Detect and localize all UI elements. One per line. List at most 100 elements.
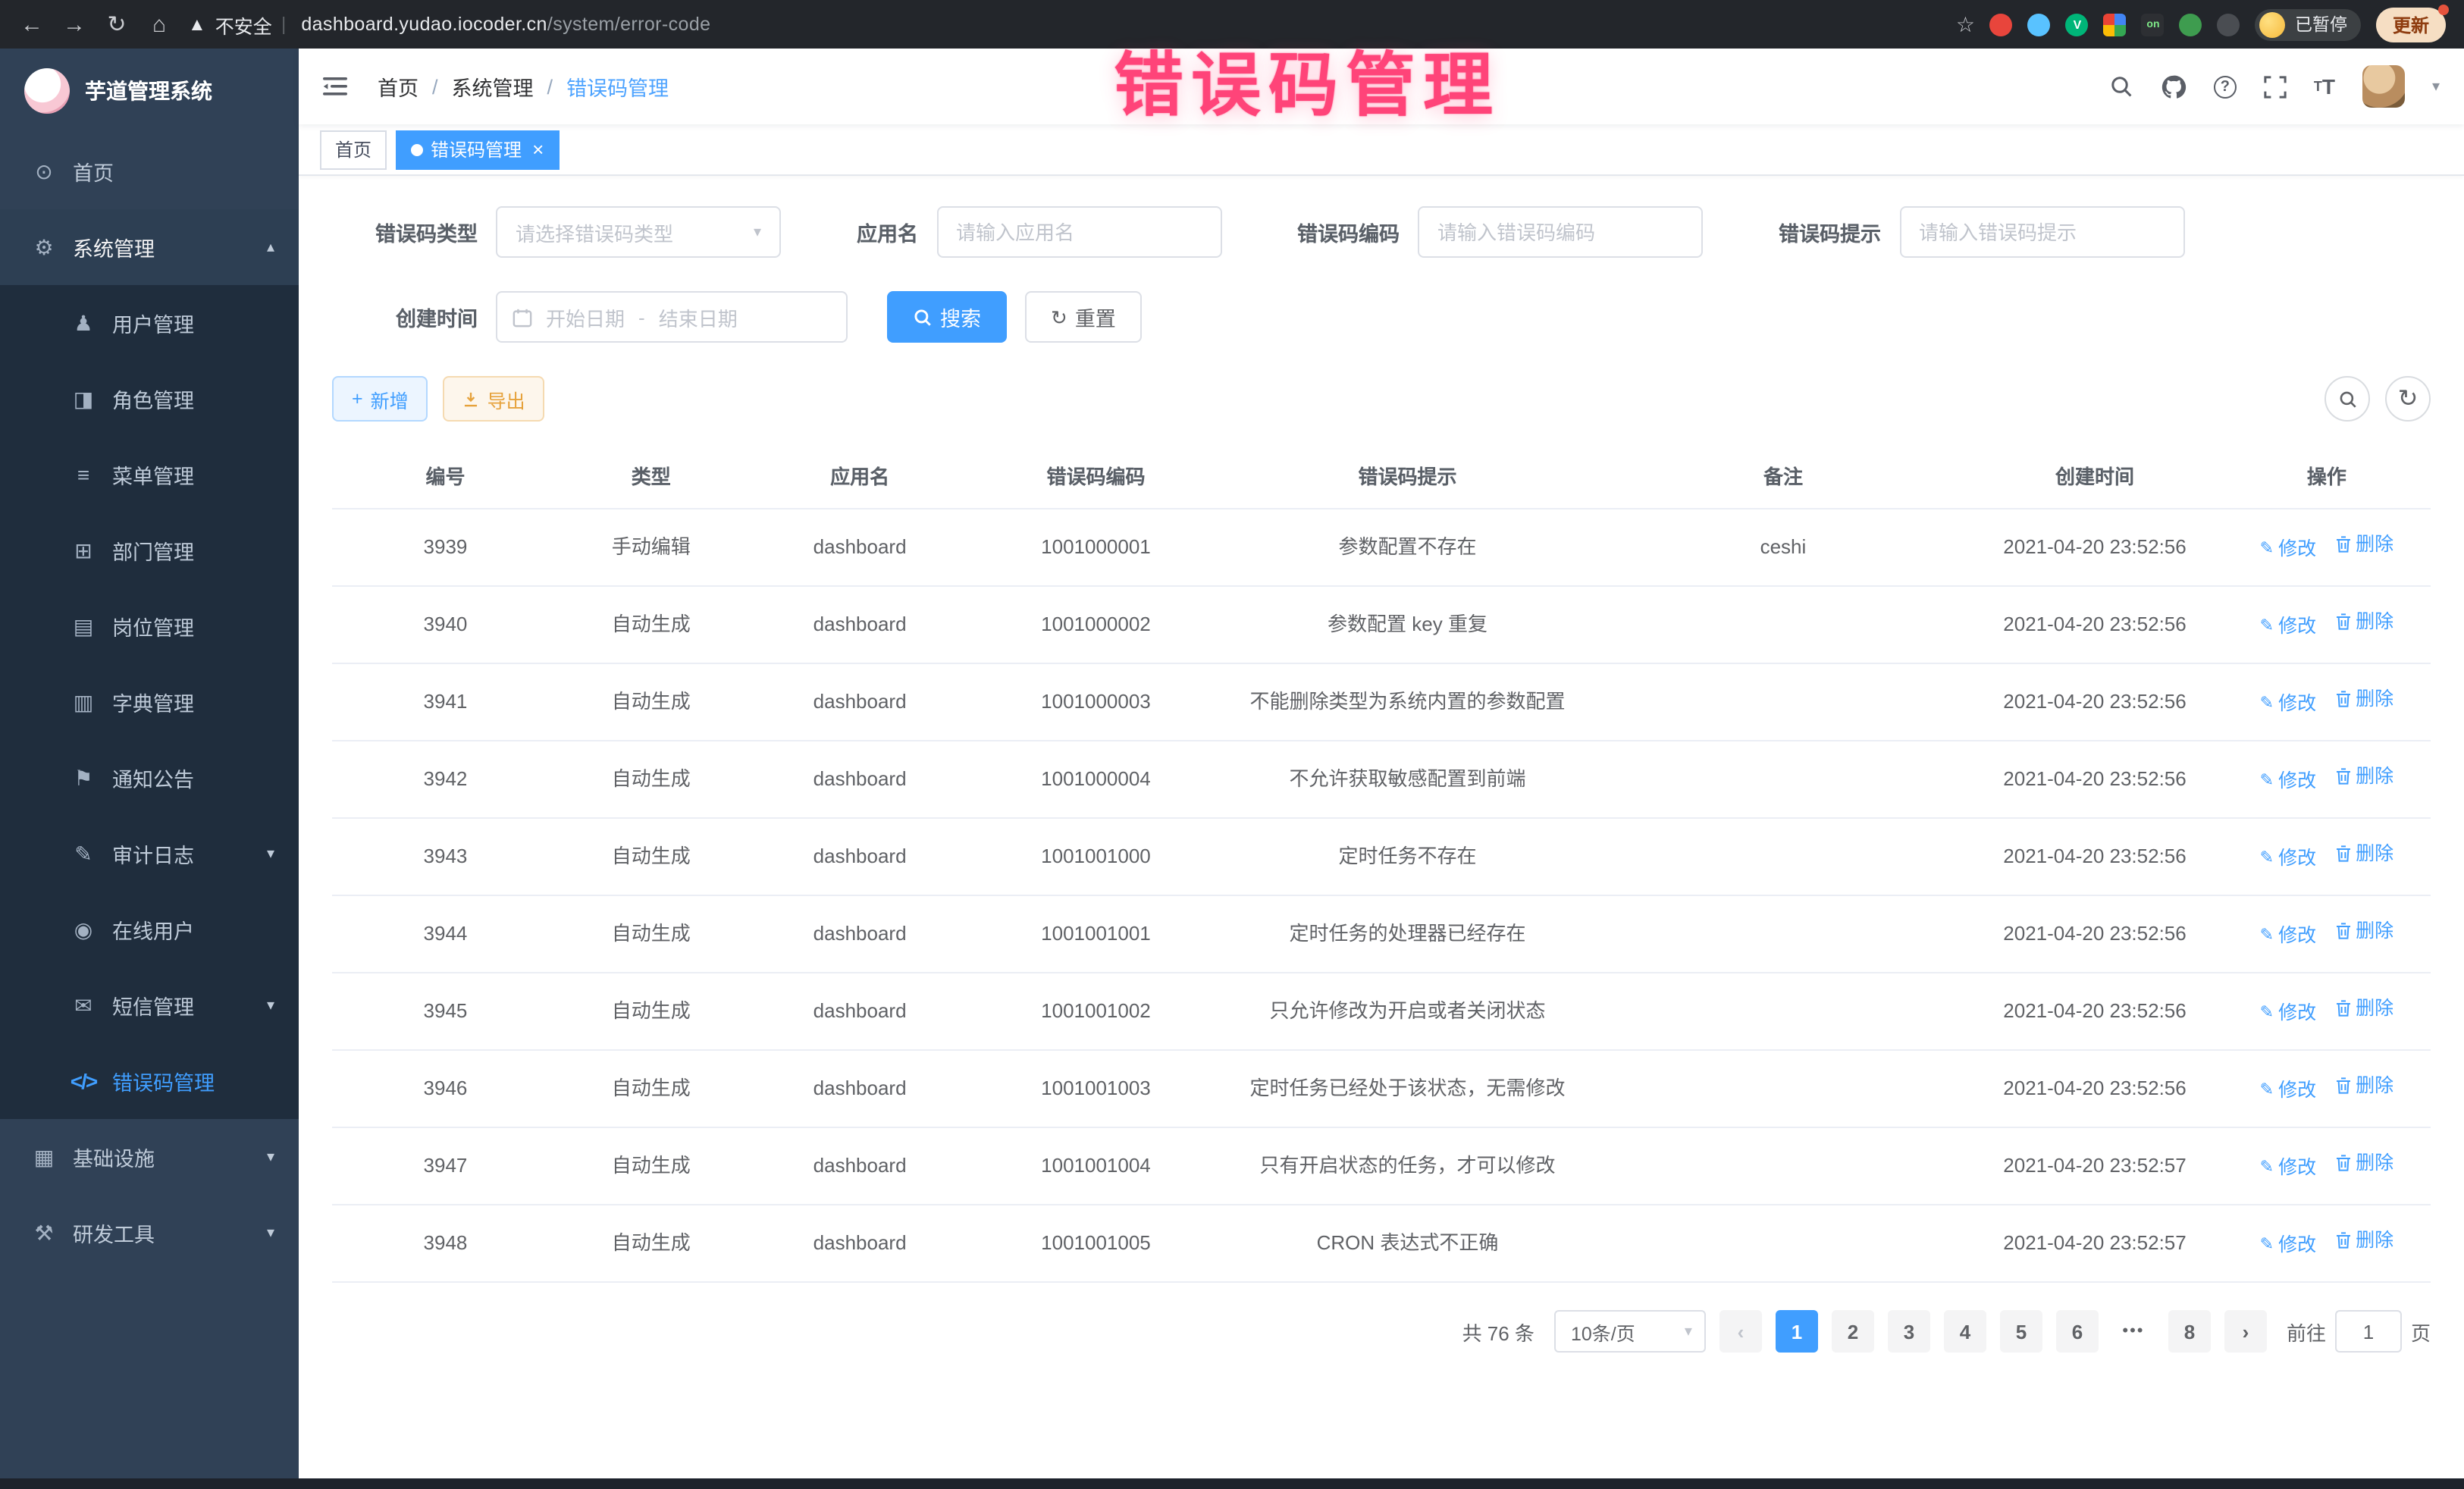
on-badge-extension-icon[interactable]: on — [2142, 13, 2165, 36]
breadcrumb-item[interactable]: 系统管理 — [452, 71, 534, 102]
window-bottom-edge — [0, 1478, 2464, 1489]
breadcrumb-separator: / — [547, 75, 553, 98]
tab-home[interactable]: 首页 — [320, 130, 387, 169]
v-extension-icon[interactable]: V — [2066, 13, 2089, 36]
help-icon[interactable]: ? — [2214, 75, 2237, 98]
sidebar-item-dept-management[interactable]: ⊞部门管理 — [0, 513, 299, 588]
delete-link[interactable]: 删除 — [2334, 1149, 2393, 1178]
back-icon[interactable]: ← — [18, 11, 45, 37]
sidebar-item-menu-management[interactable]: ≡菜单管理 — [0, 437, 299, 513]
delete-link[interactable]: 删除 — [2334, 608, 2393, 637]
edit-link[interactable]: ✎修改 — [2260, 1232, 2316, 1261]
export-button[interactable]: 导出 — [444, 376, 545, 422]
pagination-total: 共 76 条 — [1462, 1317, 1535, 1346]
grid-extension-icon[interactable] — [2104, 13, 2127, 36]
browser-toolbar: ← → ↻ ⌂ ▲ 不安全 | dashboard.yudao.iocoder.… — [0, 0, 2464, 49]
date-range-picker[interactable]: 开始日期 - 结束日期 — [496, 291, 848, 343]
pagination-page-6[interactable]: 6 — [2056, 1310, 2099, 1353]
sidebar-item-infrastructure[interactable]: ▦基础设施▾ — [0, 1119, 299, 1195]
edit-link[interactable]: ✎修改 — [2260, 691, 2316, 719]
delete-link[interactable]: 删除 — [2334, 917, 2393, 946]
fullscreen-icon[interactable] — [2264, 75, 2287, 98]
profile-pill[interactable]: 已暂停 — [2256, 8, 2361, 40]
search-button[interactable]: 搜索 — [887, 291, 1007, 343]
cell-code: 1001001003 — [977, 1050, 1216, 1127]
delete-link[interactable]: 删除 — [2334, 840, 2393, 869]
pagination-page-2[interactable]: 2 — [1832, 1310, 1874, 1353]
delete-link[interactable]: 删除 — [2334, 1072, 2393, 1101]
next-page-button[interactable]: › — [2224, 1310, 2267, 1353]
sidebar-item-dev-tools[interactable]: ⚒研发工具▾ — [0, 1195, 299, 1271]
forward-icon[interactable]: → — [61, 11, 88, 37]
cell-code: 1001000002 — [977, 586, 1216, 663]
reset-button[interactable]: ↻ 重置 — [1025, 291, 1142, 343]
drop-extension-icon[interactable] — [2028, 13, 2051, 36]
sidebar-item-dict-management[interactable]: ▥字典管理 — [0, 664, 299, 740]
prev-page-button[interactable]: ‹ — [1719, 1310, 1762, 1353]
delete-link[interactable]: 删除 — [2334, 531, 2393, 560]
address-bar[interactable]: dashboard.yudao.iocoder.cn/system/error-… — [301, 14, 710, 35]
tab-error-code[interactable]: 错误码管理× — [396, 130, 559, 169]
sidebar-logo[interactable]: 芋道管理系统 — [0, 49, 299, 133]
sidebar-item-home[interactable]: ⊙首页 — [0, 133, 299, 209]
close-icon[interactable]: × — [532, 138, 544, 161]
sidebar-item-error-code-management[interactable]: </>错误码管理 — [0, 1043, 299, 1119]
pagination-page-4[interactable]: 4 — [1944, 1310, 1986, 1353]
sidebar-item-role-management[interactable]: ◨角色管理 — [0, 361, 299, 437]
pagination-page-3[interactable]: 3 — [1888, 1310, 1930, 1353]
dashboard-icon: ⊙ — [30, 158, 58, 184]
pagination-page-5[interactable]: 5 — [2000, 1310, 2042, 1353]
bookmark-star-icon[interactable]: ☆ — [1956, 11, 1975, 37]
end-date-placeholder: 结束日期 — [659, 303, 738, 331]
hamburger-icon[interactable] — [323, 74, 350, 99]
sidebar-item-sms-management[interactable]: ✉短信管理▾ — [0, 967, 299, 1043]
sidebar-item-post-management[interactable]: ▤岗位管理 — [0, 588, 299, 664]
sidebar-item-label: 在线用户 — [112, 914, 194, 945]
page-size-select[interactable]: 10条/页 ▾ — [1554, 1310, 1706, 1353]
reload-icon[interactable]: ↻ — [103, 11, 130, 38]
error-hint-input[interactable] — [1899, 206, 2184, 258]
update-button[interactable]: 更新 — [2376, 7, 2446, 42]
app-name-input[interactable] — [936, 206, 1221, 258]
leaf-extension-icon[interactable] — [2180, 13, 2202, 36]
puzzle-extension-icon[interactable] — [2218, 13, 2240, 36]
edit-link[interactable]: ✎修改 — [2260, 1000, 2316, 1029]
font-size-icon[interactable]: TT — [2314, 74, 2335, 99]
start-date-placeholder: 开始日期 — [546, 303, 625, 331]
toggle-search-icon[interactable] — [2324, 376, 2370, 422]
edit-link[interactable]: ✎修改 — [2260, 613, 2316, 642]
error-code-input[interactable] — [1418, 206, 1703, 258]
delete-link[interactable]: 删除 — [2334, 995, 2393, 1023]
security-indicator[interactable]: ▲ 不安全 | — [188, 10, 286, 39]
pagination-ellipsis[interactable]: ••• — [2112, 1310, 2155, 1353]
add-button[interactable]: + 新增 — [332, 376, 428, 422]
pagination-page-8[interactable]: 8 — [2168, 1310, 2211, 1353]
user-avatar[interactable] — [2362, 65, 2405, 108]
search-icon[interactable] — [2109, 74, 2133, 99]
edit-link[interactable]: ✎修改 — [2260, 1077, 2316, 1106]
sidebar-item-user-management[interactable]: ♟用户管理 — [0, 285, 299, 361]
edit-link[interactable]: ✎修改 — [2260, 1155, 2316, 1183]
delete-link[interactable]: 删除 — [2334, 1227, 2393, 1255]
edit-link[interactable]: ✎修改 — [2260, 923, 2316, 951]
edit-link[interactable]: ✎修改 — [2260, 536, 2316, 565]
github-icon[interactable] — [2161, 74, 2187, 99]
error-type-select[interactable]: 请选择错误码类型 ▾ — [496, 206, 781, 258]
sidebar-item-audit-log[interactable]: ✎审计日志▾ — [0, 816, 299, 892]
edit-link[interactable]: ✎修改 — [2260, 768, 2316, 797]
breadcrumb-item[interactable]: 首页 — [378, 71, 419, 102]
delete-link[interactable]: 删除 — [2334, 763, 2393, 792]
edit-link[interactable]: ✎修改 — [2260, 845, 2316, 874]
record-extension-icon[interactable] — [1990, 13, 2013, 36]
refresh-table-icon[interactable]: ↻ — [2385, 376, 2431, 422]
chevron-down-icon[interactable]: ▾ — [2432, 78, 2440, 95]
edit-icon: ✎ — [2260, 538, 2274, 563]
goto-page-input[interactable] — [2335, 1310, 2402, 1353]
sidebar-item-online-users[interactable]: ◉在线用户 — [0, 892, 299, 967]
cell-app-name: dashboard — [744, 509, 977, 586]
home-icon[interactable]: ⌂ — [146, 11, 173, 37]
delete-link[interactable]: 删除 — [2334, 685, 2393, 714]
sidebar-item-notice-management[interactable]: ⚑通知公告 — [0, 740, 299, 816]
sidebar-item-system-management[interactable]: ⚙系统管理▴ — [0, 209, 299, 285]
pagination-page-1[interactable]: 1 — [1776, 1310, 1818, 1353]
